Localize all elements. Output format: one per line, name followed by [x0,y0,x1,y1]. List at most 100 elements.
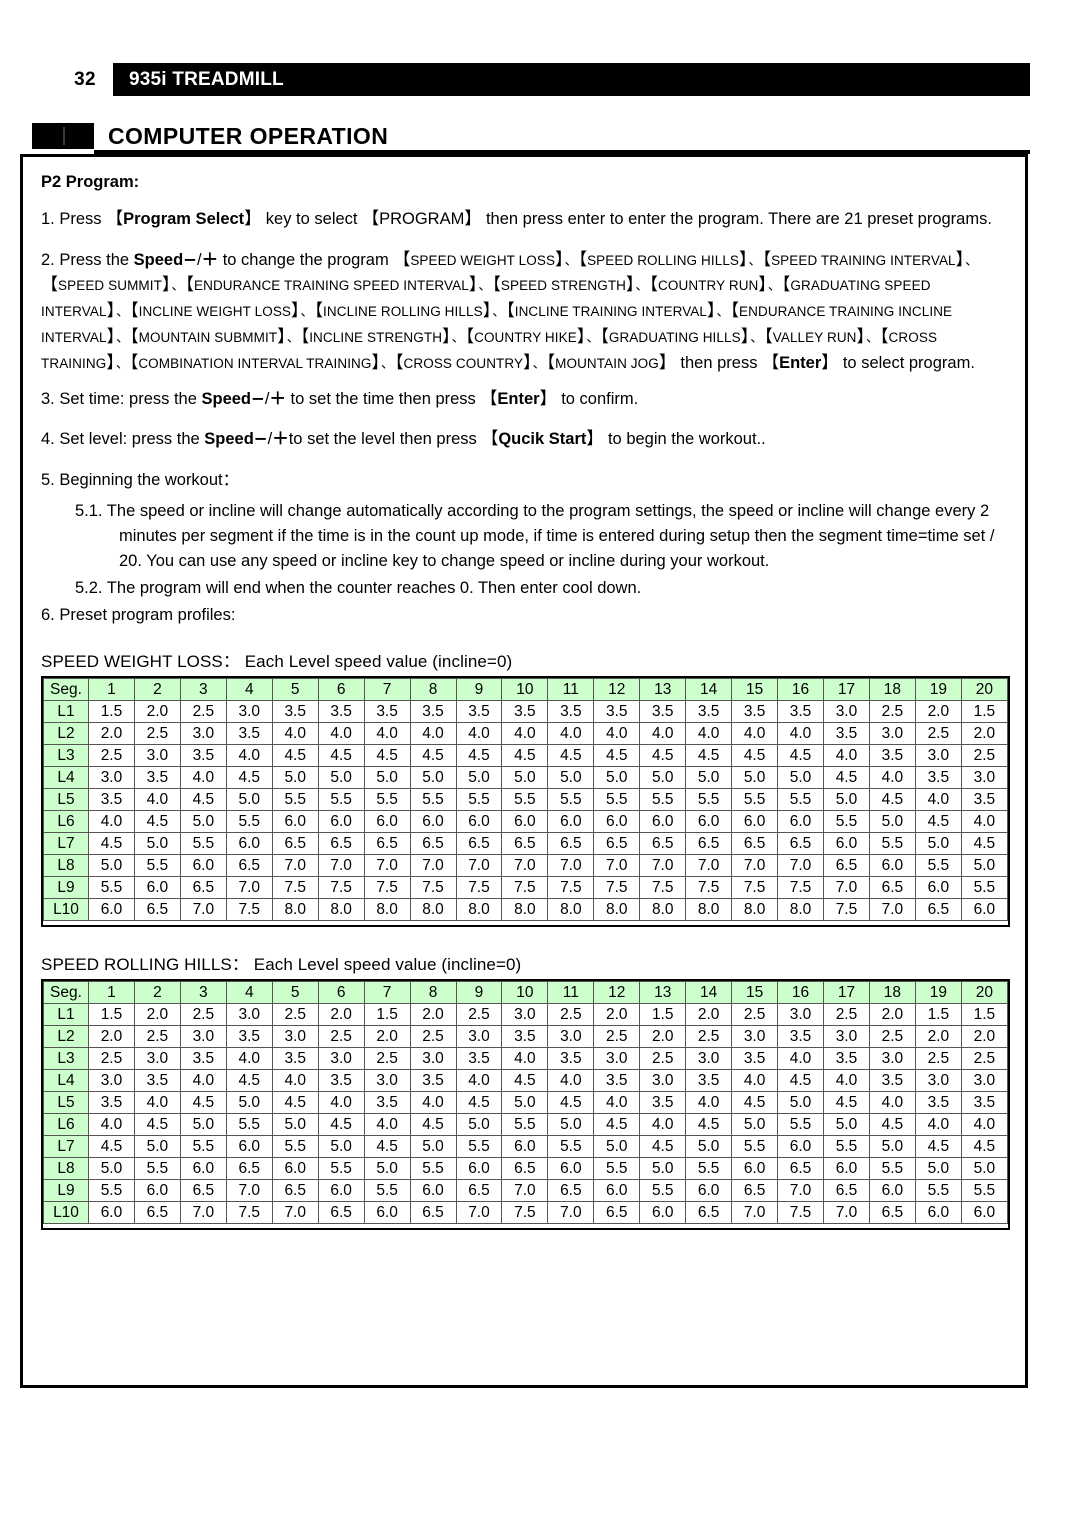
speed-value-cell: 4.5 [271,1091,319,1115]
speed-value-cell: 4.0 [868,1091,916,1115]
speed-value-cell: 4.5 [88,832,135,856]
speed-value-cell: 5.0 [685,766,733,790]
speed-value-cell: 6.0 [914,1201,962,1225]
speed-value-cell: 3.0 [409,1047,457,1071]
speed-value-cell: 5.0 [501,766,549,790]
speed-value-cell: 4.0 [455,722,503,746]
speed-value-cell: 4.5 [914,1135,962,1159]
speed-value-cell: 3.0 [593,1047,641,1071]
speed-value-cell: 4.0 [455,1069,503,1093]
segment-header: 8 [409,981,457,1005]
bracket-close: 】 [482,301,492,322]
speed-value-cell: 3.0 [960,766,1009,790]
speed-value-cell: 4.5 [547,1091,595,1115]
step-2-speed-label: Speed [133,250,184,269]
speed-value-cell: 2.5 [868,1025,916,1049]
speed-value-cell: 8.0 [731,898,779,922]
speed-value-cell: 5.5 [823,1135,870,1159]
speed-value-cell: 5.0 [179,810,227,834]
speed-value-cell: 3.0 [455,1025,503,1049]
speed-value-cell: 6.0 [317,1179,365,1203]
speed-value-cell: 7.5 [455,876,503,900]
speed-value-cell: 5.5 [868,1157,916,1181]
speed-value-cell: 7.5 [501,876,549,900]
table-corner-header: Seg. [43,981,89,1005]
segment-header: 7 [363,981,411,1005]
bracket-close: 】 [658,352,676,373]
speed-value-cell: 5.5 [317,788,365,812]
speed-value-cell: 7.0 [823,1201,870,1225]
speed-value-cell: 5.0 [547,766,595,790]
speed-value-cell: 6.0 [271,1157,319,1181]
speed-value-cell: 3.0 [225,1003,273,1027]
list-separator: 、 [716,305,730,321]
speed-value-cell: 5.0 [914,832,962,856]
segment-header: 8 [409,678,457,702]
speed-value-cell: 4.5 [179,788,227,812]
speed-value-cell: 3.5 [225,722,273,746]
bracket-close: 】 [955,249,965,270]
minus-sign-icon: − [251,388,265,408]
speed-value-cell: 5.0 [501,1091,549,1115]
speed-value-cell: 6.5 [914,898,962,922]
speed-value-cell: 7.0 [868,898,916,922]
step-1-mid: key to select [265,210,358,228]
step-5-2: 5.2. The program will end when the count… [41,576,1007,601]
speed-value-cell: 3.5 [914,1091,962,1115]
speed-value-cell: 5.5 [960,876,1009,900]
speed-value-cell: 3.5 [179,1047,227,1071]
program-name: SPEED ROLLING HILLS [587,252,740,268]
speed-value-cell: 8.0 [593,898,641,922]
bracket-close: 】 [707,301,716,322]
speed-value-cell: 7.0 [547,854,595,878]
speed-value-cell: 3.0 [88,1069,135,1093]
speed-value-cell: 5.0 [547,1113,595,1137]
table-caption: SPEED ROLLING HILLS： Each Level speed va… [41,955,522,975]
speed-value-cell: 6.5 [731,1179,779,1203]
speed-value-cell: 5.5 [409,788,457,812]
speed-value-cell: 4.5 [455,744,503,768]
speed-value-cell: 4.0 [914,1113,962,1137]
speed-value-cell: 7.5 [501,1201,549,1225]
speed-value-cell: 5.5 [731,788,779,812]
speed-value-cell: 6.0 [823,1157,870,1181]
speed-value-cell: 7.0 [271,854,319,878]
speed-value-cell: 2.5 [914,722,962,746]
speed-value-cell: 6.0 [639,810,687,834]
step-3-prefix: 3. Set time: press the [41,389,197,408]
speed-value-cell: 3.5 [501,1025,549,1049]
level-header: L4 [43,1069,89,1093]
content-frame: P2 Program: 1. Press 【Program Select】 ke… [20,154,1028,1388]
speed-value-cell: 3.0 [731,1025,779,1049]
speed-value-cell: 4.0 [685,1091,733,1115]
level-header: L3 [43,1047,89,1071]
bracket-open: 【 [762,249,772,270]
speed-value-cell: 4.0 [777,722,824,746]
step-1-tail: then press enter to enter the program. T… [485,210,992,228]
speed-value-cell: 2.0 [868,1003,916,1027]
segment-header: 2 [133,981,181,1005]
speed-value-cell: 2.5 [88,744,135,768]
speed-profile-table: Seg. 1 2 3 4 5 6 7 8 9 10 11 12 13 14 15 16 17 18 19 20 L1 1.5… [43,678,1009,922]
speed-value-cell: 5.0 [685,1135,733,1159]
speed-value-cell: 5.0 [731,766,779,790]
segment-header: 18 [868,678,916,702]
speed-value-cell: 5.5 [455,788,503,812]
table-wrapper: Seg. 1 2 3 4 5 6 7 8 9 10 11 12 13 14 15 16 17 18 19 20 L1 1.5… [41,979,1010,1231]
speed-value-cell: 6.5 [133,898,181,922]
speed-value-cell: 6.0 [777,1135,824,1159]
speed-value-cell: 5.5 [777,1113,824,1137]
segment-header: 13 [639,678,687,702]
table-header-row: Seg. 1 2 3 4 5 6 7 8 9 10 11 12 13 14 15 16 17 18 19 20 [43,678,1009,702]
speed-value-cell: 4.0 [409,1091,457,1115]
table-row: L9 5.5 6.0 6.5 7.0 7.5 7.5 7.5 7.5 7.5 7.5 7.5 7.5 7.… [43,876,1009,900]
section-title: COMPUTER OPERATION [108,122,389,149]
step-1: 1. Press 【Program Select】 key to select … [41,209,992,229]
speed-value-cell: 4.5 [593,1113,641,1137]
segment-header: 11 [547,981,595,1005]
speed-value-cell: 6.5 [868,876,916,900]
speed-value-cell: 7.0 [731,854,779,878]
speed-value-cell: 1.5 [639,1003,687,1027]
segment-header: 3 [179,981,227,1005]
bracket-close: 】 [106,327,116,348]
